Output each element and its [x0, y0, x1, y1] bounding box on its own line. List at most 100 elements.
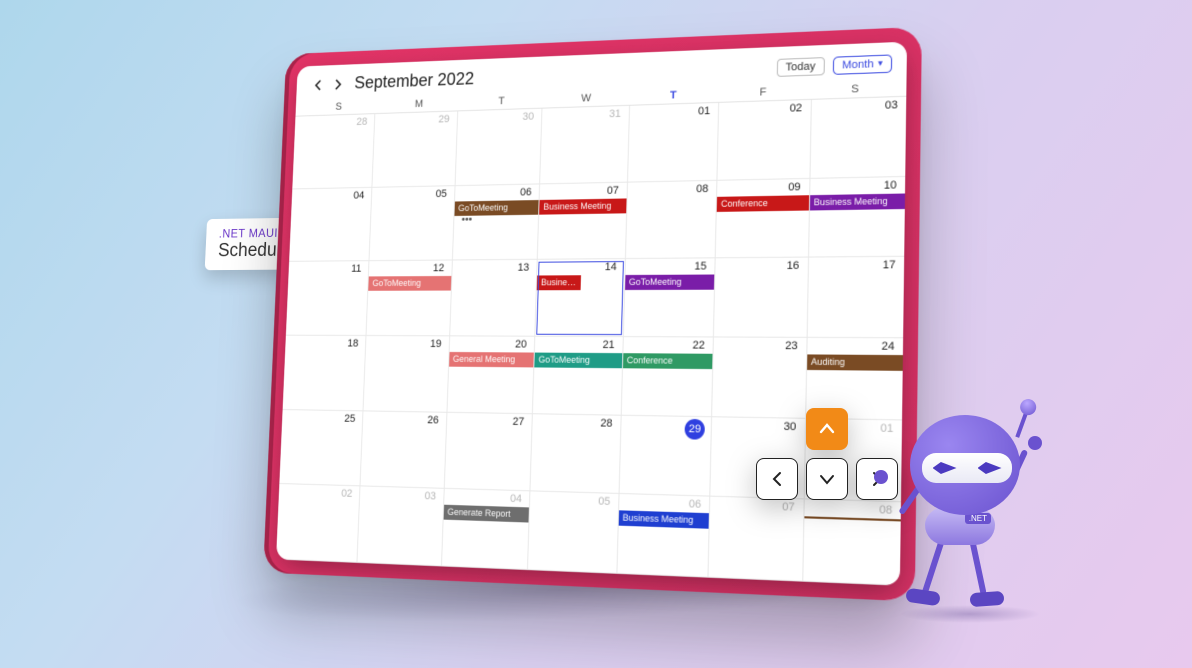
- day-number: 02: [282, 486, 356, 500]
- view-picker[interactable]: Month ▾: [833, 54, 892, 74]
- day-cell[interactable]: 22Conference: [621, 337, 714, 417]
- event-chip[interactable]: Business Meeting: [618, 511, 709, 529]
- day-cell[interactable]: 08: [626, 180, 718, 259]
- day-cell[interactable]: 29: [619, 415, 712, 497]
- weekday-label: W: [543, 91, 629, 106]
- day-cell[interactable]: 03: [358, 487, 445, 567]
- day-number: 07: [544, 184, 623, 197]
- day-cell[interactable]: 25: [279, 410, 363, 487]
- day-number: 24: [811, 340, 899, 353]
- day-number: 11: [292, 263, 365, 275]
- day-cell[interactable]: 18: [283, 336, 367, 411]
- tablet: September 2022 Today Month ▾ SMTWTFS 282…: [276, 42, 907, 586]
- day-cell[interactable]: 13: [450, 260, 538, 337]
- event-chip[interactable]: Business Meeting: [537, 276, 581, 291]
- scheduler-app: September 2022 Today Month ▾ SMTWTFS 282…: [276, 42, 907, 586]
- prev-month-button[interactable]: [312, 78, 325, 91]
- event-chip[interactable]: Generate Report: [443, 505, 529, 523]
- day-number: 12: [373, 263, 448, 275]
- more-events-icon[interactable]: •••: [458, 214, 535, 223]
- day-cell[interactable]: 23: [712, 337, 807, 418]
- day-cell[interactable]: 15GoToMeeting: [623, 259, 715, 338]
- day-number: 06: [459, 186, 536, 199]
- event-chip[interactable]: Business Meeting: [539, 198, 626, 214]
- weekday-label: T: [460, 94, 544, 108]
- day-cell[interactable]: 16: [714, 258, 809, 338]
- month-title: September 2022: [354, 69, 474, 93]
- scroll-down-button[interactable]: [806, 458, 848, 500]
- day-cell[interactable]: 07Business Meeting: [538, 182, 628, 260]
- today-marker: 29: [685, 418, 706, 439]
- event-chip[interactable]: Auditing: [807, 354, 903, 370]
- day-number: 27: [450, 414, 528, 427]
- day-number: 04: [295, 189, 368, 202]
- day-number: 29: [379, 113, 454, 127]
- event-chip[interactable]: Conference: [623, 353, 713, 369]
- day-number: 14: [541, 261, 620, 273]
- day-cell[interactable]: 10Business Meeting: [809, 177, 906, 258]
- day-number: 28: [536, 416, 616, 430]
- day-number: 18: [289, 338, 362, 350]
- weekday-label: T: [629, 88, 718, 103]
- day-number: 26: [367, 413, 443, 426]
- day-number: 04: [448, 491, 526, 505]
- day-number: 10: [814, 179, 901, 193]
- day-number: 01: [633, 105, 714, 119]
- day-cell[interactable]: 06GoToMeeting•••: [453, 184, 541, 261]
- day-number: 03: [815, 99, 902, 114]
- event-chip[interactable]: General Meeting: [449, 352, 534, 367]
- day-number: 05: [376, 188, 451, 201]
- day-number: 30: [461, 111, 538, 125]
- view-picker-label: Month: [842, 58, 874, 71]
- day-number: 21: [539, 339, 619, 351]
- day-cell[interactable]: 02: [718, 100, 812, 181]
- day-number: 25: [286, 412, 360, 425]
- day-number: 05: [534, 494, 614, 509]
- day-cell[interactable]: 20 General Meeting: [447, 336, 535, 414]
- weekday-label: S: [299, 100, 379, 114]
- day-number: 17: [812, 259, 899, 272]
- day-number: 19: [370, 338, 445, 350]
- event-chip[interactable]: Business Meeting: [809, 193, 905, 210]
- day-cell[interactable]: 31: [540, 106, 629, 184]
- chevron-down-icon: ▾: [878, 58, 883, 69]
- scroll-left-button[interactable]: [756, 458, 798, 500]
- weekday-label: S: [809, 82, 903, 97]
- day-number: 06: [623, 496, 706, 511]
- month-grid[interactable]: 28293031010203040506GoToMeeting•••07Busi…: [276, 96, 906, 586]
- day-number: 20: [453, 338, 531, 350]
- day-number: 28: [298, 116, 371, 130]
- event-chip[interactable]: GoToMeeting: [535, 353, 623, 369]
- day-cell[interactable]: 17: [807, 257, 904, 338]
- event-chip[interactable]: GoToMeeting: [625, 275, 715, 290]
- day-cell[interactable]: 28: [531, 414, 622, 494]
- day-number: 23: [718, 340, 802, 353]
- day-number: 03: [364, 489, 440, 503]
- today-button[interactable]: Today: [776, 57, 825, 77]
- day-cell[interactable]: 26: [361, 411, 447, 489]
- day-number: 13: [456, 262, 533, 274]
- scroll-up-button[interactable]: [806, 408, 848, 450]
- day-number: 22: [627, 339, 709, 352]
- day-cell[interactable]: 28: [292, 114, 375, 189]
- day-cell[interactable]: 04: [289, 187, 373, 262]
- mascot-robot: .NET: [870, 400, 1050, 620]
- day-number: 15: [629, 261, 711, 274]
- day-cell[interactable]: 27: [445, 412, 534, 491]
- day-cell[interactable]: 06Business Meeting: [617, 494, 710, 577]
- day-cell[interactable]: 05: [370, 186, 456, 262]
- day-number: 08: [631, 183, 712, 197]
- day-cell[interactable]: 19: [364, 336, 450, 412]
- day-cell[interactable]: 30: [455, 109, 542, 186]
- event-chip[interactable]: GoToMeeting: [369, 276, 452, 291]
- day-cell[interactable]: 02: [276, 484, 361, 563]
- day-number: 09: [721, 181, 805, 195]
- day-cell[interactable]: 29: [373, 111, 458, 187]
- day-cell[interactable]: 12GoToMeeting: [367, 261, 453, 337]
- day-cell[interactable]: 03: [810, 97, 906, 179]
- day-cell[interactable]: 21 GoToMeeting: [533, 337, 623, 416]
- day-number: 02: [723, 102, 806, 117]
- day-cell[interactable]: 09Conference: [716, 179, 810, 259]
- day-number: 31: [546, 108, 625, 122]
- day-cell[interactable]: 11: [286, 261, 370, 336]
